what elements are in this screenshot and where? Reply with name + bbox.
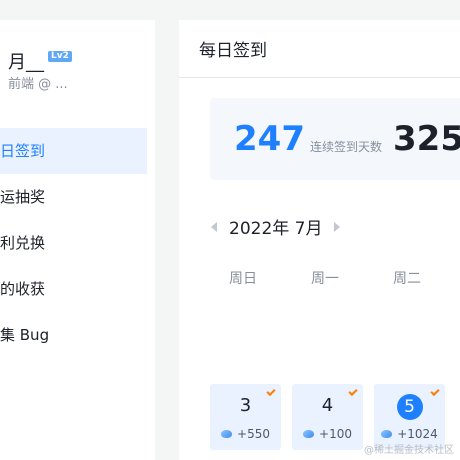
day-reward: +100 — [292, 427, 363, 441]
sidebar-item-daily-checkin[interactable]: 日签到 — [0, 128, 147, 174]
user-subtitle: 前端 @ ... — [8, 77, 68, 92]
sidebar-item-benefits-exchange[interactable]: 利兑换 — [0, 220, 147, 266]
day-number: 3 — [239, 395, 252, 416]
sidebar-item-label: 运抽奖 — [0, 188, 46, 206]
weekday-mon: 周一 — [311, 271, 339, 287]
reward-amount: +550 — [237, 427, 270, 441]
sidebar-item-label: 日签到 — [0, 142, 46, 160]
weekday-tue: 周二 — [393, 271, 421, 287]
today-day-number: 5 — [396, 394, 423, 420]
day-number: 4 — [321, 395, 334, 416]
streak-days-value: 247 — [234, 119, 305, 159]
total-days-value: 325 — [393, 119, 460, 159]
month-switcher: 2022年 7月 — [211, 214, 341, 239]
checkin-panel: 每日签到 247 连续签到天数 325 2022年 7月 周日 周一 周二 3 … — [179, 20, 460, 460]
sidebar: 月__ Lv2 前端 @ ... 日签到 运抽奖 利兑换 的收获 集 Bug — [0, 20, 155, 460]
ore-icon — [303, 430, 315, 438]
checkin-stats: 247 连续签到天数 325 — [210, 98, 460, 180]
watermark: @稀土掘金技术社区 — [364, 445, 454, 456]
level-badge: Lv2 — [48, 50, 72, 62]
reward-amount: +1024 — [397, 427, 438, 441]
sidebar-item-collect-bug[interactable]: 集 Bug — [0, 312, 147, 358]
sidebar-item-my-rewards[interactable]: 的收获 — [0, 266, 147, 312]
reward-amount: +100 — [319, 427, 352, 441]
day-reward: +1024 — [374, 427, 445, 441]
next-month-icon[interactable] — [334, 221, 341, 232]
ore-icon — [381, 430, 393, 438]
month-label: 2022年 7月 — [229, 219, 323, 239]
page: 月__ Lv2 前端 @ ... 日签到 运抽奖 利兑换 的收获 集 Bug 每… — [0, 0, 460, 460]
sidebar-item-lucky-draw[interactable]: 运抽奖 — [0, 174, 147, 220]
page-title: 每日签到 — [199, 41, 267, 61]
sidebar-nav: 日签到 运抽奖 利兑换 的收获 集 Bug — [0, 128, 155, 358]
calendar-day[interactable]: 4 +100 — [292, 384, 363, 450]
user-name[interactable]: 月__ Lv2 — [8, 48, 72, 74]
title-divider — [179, 77, 460, 78]
sidebar-item-label: 集 Bug — [0, 326, 50, 344]
sidebar-item-label: 利兑换 — [0, 234, 46, 252]
weekday-sun: 周日 — [229, 271, 257, 287]
streak-days-label: 连续签到天数 — [310, 140, 383, 154]
ore-icon — [221, 430, 233, 438]
calendar-day[interactable]: 3 +550 — [210, 384, 281, 450]
sidebar-item-label: 的收获 — [0, 280, 46, 298]
prev-month-icon[interactable] — [211, 221, 217, 232]
day-number: 5 — [374, 394, 445, 420]
day-reward: +550 — [210, 427, 281, 441]
user-name-text: 月__ — [8, 52, 44, 73]
